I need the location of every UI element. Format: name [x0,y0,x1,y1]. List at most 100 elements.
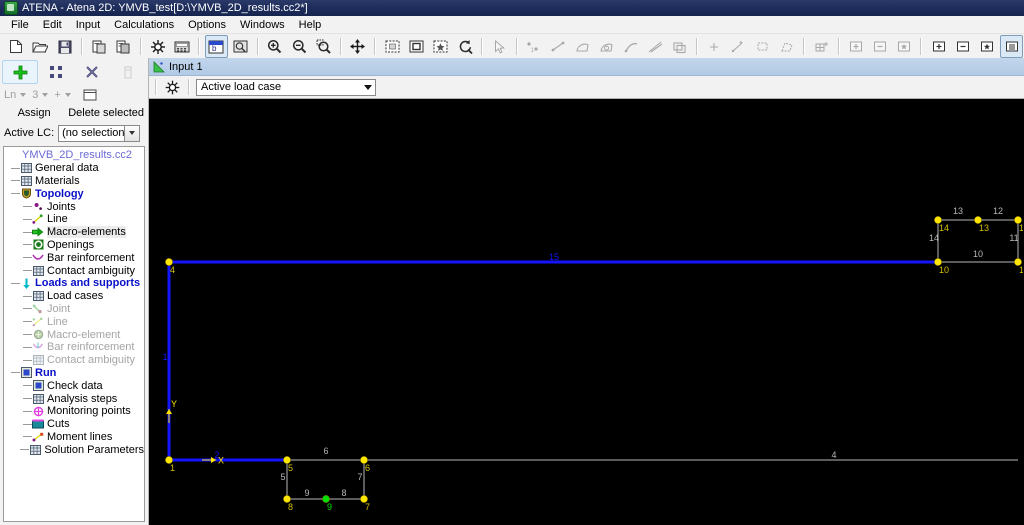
geometry-joint[interactable]: 5 [283,456,293,473]
select-macro-icon[interactable] [571,35,593,58]
tree-item-macro-element[interactable]: Macro-element [4,328,144,341]
entity-type-chevron-down-icon[interactable] [20,92,27,97]
add-button[interactable] [2,60,38,84]
tree-root[interactable]: YMVB_2D_results.cc2 [4,149,144,162]
entity-type-label[interactable]: Ln [2,86,18,104]
geometry-line[interactable]: 5 [280,460,288,499]
layer-remove-icon[interactable] [869,35,891,58]
geometry-line[interactable]: 12 [978,206,1018,221]
mesh-generate-icon[interactable] [810,35,832,58]
geometry-joint[interactable]: 8 [283,495,293,512]
open-file-icon[interactable] [29,35,51,58]
tree-item-run[interactable]: Run [4,367,144,380]
settings-gear-icon[interactable] [147,35,169,58]
select-joint-icon[interactable]: 1 [523,35,545,58]
active-load-case-chevron-down-icon[interactable] [360,79,375,95]
active-load-case-select[interactable]: Active load case [196,78,376,96]
step-remove-icon[interactable] [952,35,974,58]
tree-item-moment-lines[interactable]: Moment lines [4,431,144,444]
tree-item-macro-elements[interactable]: Macro-elements [4,226,144,239]
print-button[interactable] [110,60,146,84]
tree-item-monitoring-points[interactable]: Monitoring points [4,405,144,418]
entity-count-chevron-down-icon[interactable] [42,92,49,97]
add-line-icon[interactable] [727,35,749,58]
post-processor-icon[interactable] [230,35,252,58]
tree-item-general-data[interactable]: General data [4,162,144,175]
select-line-icon[interactable] [547,35,569,58]
save-file-icon[interactable] [54,35,76,58]
zoom-extents-icon[interactable] [405,35,427,58]
add-polygon-icon[interactable] [776,35,798,58]
active-lc-chevron-down-icon[interactable] [124,125,140,141]
tree-item-analysis-steps[interactable]: Analysis steps [4,392,144,405]
geometry-line[interactable]: 13 [938,206,978,221]
zoom-in-icon[interactable] [264,35,286,58]
zoom-out-icon[interactable] [288,35,310,58]
step-add-icon[interactable] [927,35,949,58]
tree-item-cuts[interactable]: Cuts [4,418,144,431]
paste-icon[interactable] [112,35,134,58]
add-point-icon[interactable] [703,35,725,58]
tree-item-materials[interactable]: Materials [4,175,144,188]
pre-processor-icon[interactable]: b [205,35,228,58]
geometry-line[interactable]: 10 [938,249,1018,263]
geometry-line[interactable]: 14 [929,220,939,262]
select-group-icon[interactable] [669,35,691,58]
new-file-icon[interactable] [5,35,27,58]
fit-all-icon[interactable] [381,35,403,58]
geometry-line[interactable]: 6 [287,446,364,461]
geometry-joint[interactable]: 10 [934,258,949,275]
layer-add-icon[interactable] [845,35,867,58]
select-arrow-icon[interactable] [488,35,510,58]
menu-item-windows[interactable]: Windows [233,18,292,32]
tree-item-load-cases[interactable]: Load cases [4,290,144,303]
menu-item-calculations[interactable]: Calculations [107,18,181,32]
geometry-joint[interactable]: 14 [934,216,949,233]
menu-item-input[interactable]: Input [69,18,107,32]
tree-item-loads-and-supports[interactable]: Loads and supports [4,277,144,290]
geometry-line[interactable]: 11 [1009,220,1019,262]
tree-item-bar-reinforcement[interactable]: Bar reinforcement [4,341,144,354]
geometry-canvas[interactable]: 2645798115101411131214567891011121314XY [149,99,1024,525]
add-rectangle-icon[interactable] [752,35,774,58]
view-settings-icon[interactable] [161,76,184,99]
layer-all-icon[interactable] [893,35,915,58]
geometry-line[interactable]: 1 [162,262,171,460]
window-icon[interactable] [81,86,99,104]
geometry-line[interactable]: 7 [357,460,365,499]
tree-item-joint[interactable]: Joint [4,303,144,316]
geometry-line[interactable]: 15 [169,252,938,264]
tree-item-check-data[interactable]: Check data [4,379,144,392]
zoom-window-icon[interactable] [312,35,334,58]
project-tree[interactable]: YMVB_2D_results.cc2 General data Materials… [3,146,145,522]
entity-plus-label[interactable]: + [52,86,62,104]
menu-item-options[interactable]: Options [181,18,233,32]
step-list-icon[interactable] [1000,35,1023,58]
tree-item-solution-parameters[interactable]: Solution Parameters [4,443,144,456]
calculator-icon[interactable] [171,35,193,58]
select-opening-icon[interactable] [596,35,618,58]
select-contact-icon[interactable] [644,35,666,58]
active-lc-select[interactable]: (no selection) [58,124,141,142]
copy-icon[interactable] [88,35,110,58]
geometry-line[interactable]: 4 [364,450,1018,461]
tree-item-contact-ambiguity[interactable]: Contact ambiguity [4,264,144,277]
tree-item-line[interactable]: Line [4,213,144,226]
entity-plus-chevron-down-icon[interactable] [64,92,71,97]
step-all-icon[interactable] [976,35,998,58]
delete-selected-button[interactable] [74,60,110,84]
geometry-joint[interactable]: 9 [322,495,332,512]
geometry-joint[interactable]: 11 [1014,258,1023,275]
copy-selected-button[interactable] [38,60,74,84]
tree-item-bar-reinforcement[interactable]: Bar reinforcement [4,251,144,264]
zoom-selection-icon[interactable] [430,35,452,58]
tree-item-line[interactable]: Line [4,315,144,328]
geometry-joint[interactable]: 6 [360,456,370,473]
geometry-joint[interactable]: 13 [974,216,989,233]
geometry-joint[interactable]: 7 [360,495,370,512]
geometry-line[interactable]: 2 [169,450,287,462]
tree-item-openings[interactable]: Openings [4,239,144,252]
geometry-line[interactable]: 9 [287,488,326,500]
pan-move-icon[interactable] [347,35,369,58]
geometry-line[interactable]: 8 [326,488,364,500]
